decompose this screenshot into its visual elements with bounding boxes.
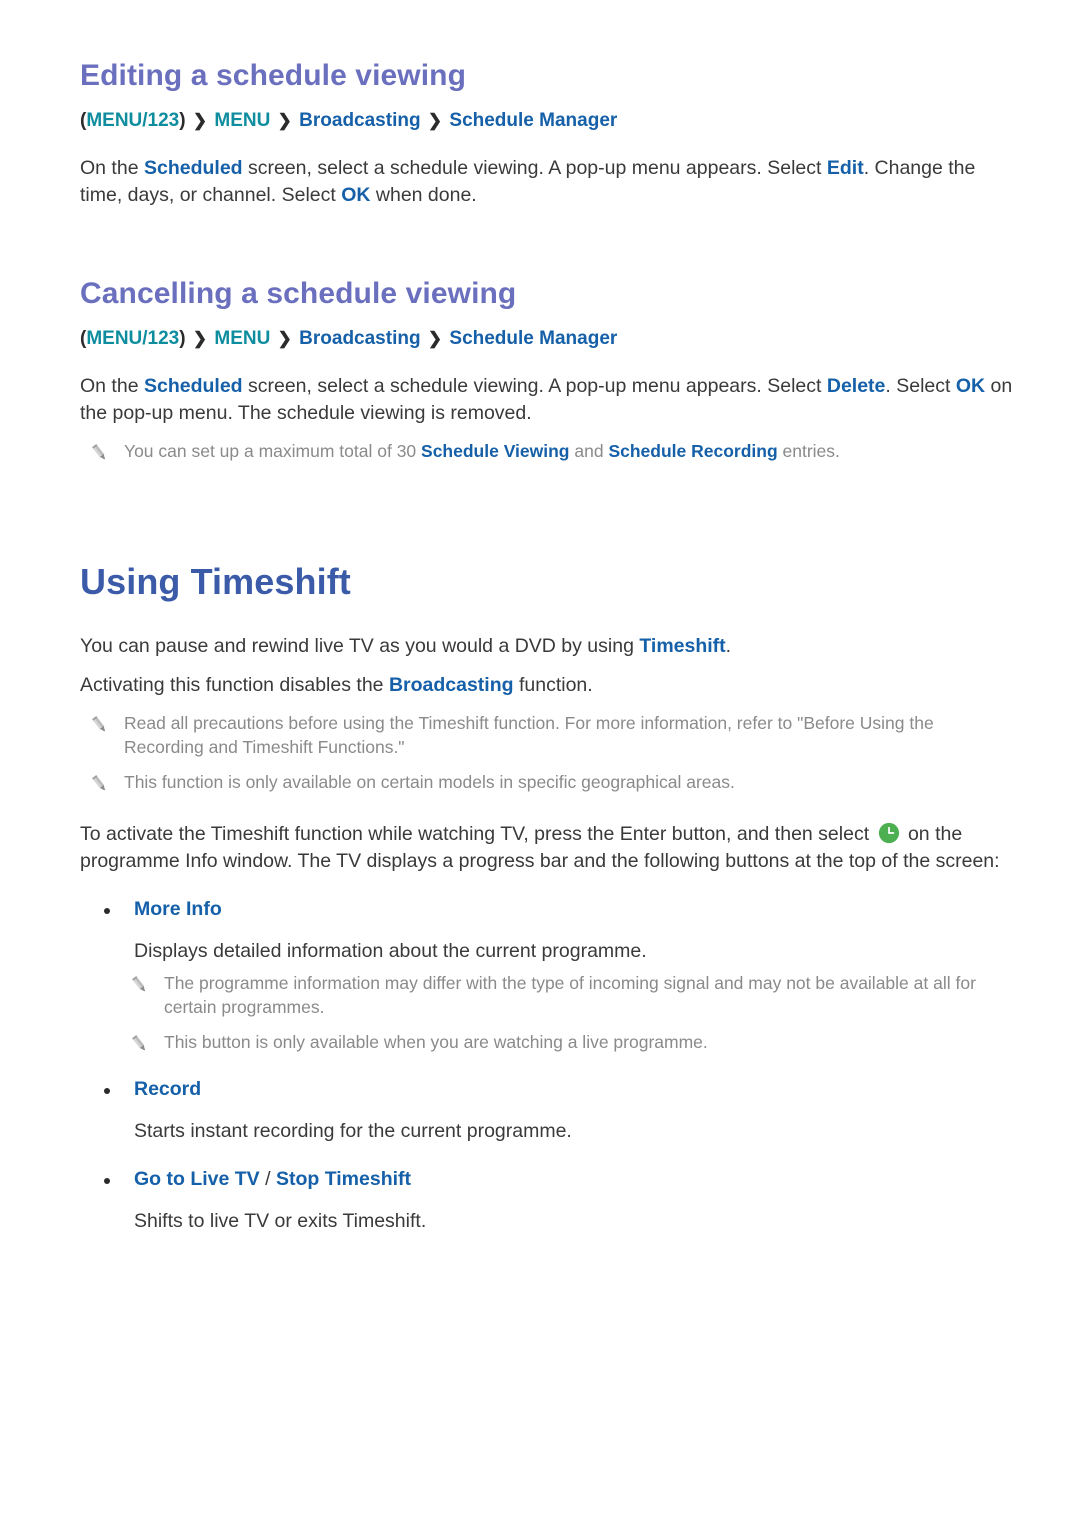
bullet-label-go-to-live-tv[interactable]: Go to Live TV xyxy=(134,1168,260,1190)
text-fragment: screen, select a schedule viewing. A pop… xyxy=(242,156,827,179)
bullet-dot-icon xyxy=(104,907,110,914)
chevron-right-icon: ❯ xyxy=(277,329,292,349)
note-row: You can set up a maximum total of 30 Sch… xyxy=(80,439,1018,464)
note-text: You can set up a maximum total of 30 Sch… xyxy=(124,439,840,464)
link-edit[interactable]: Edit xyxy=(827,157,864,179)
clock-icon xyxy=(878,822,900,844)
pencil-icon xyxy=(128,974,150,996)
bullet-label-stop-timeshift[interactable]: Stop Timeshift xyxy=(276,1168,411,1190)
breadcrumb-item-menu[interactable]: MENU xyxy=(214,110,270,131)
bullet-description: Displays detailed information about the … xyxy=(134,939,647,962)
link-schedule-viewing[interactable]: Schedule Viewing xyxy=(421,441,569,461)
link-broadcasting[interactable]: Broadcasting xyxy=(389,674,514,696)
paragraph-timeshift-intro-1: You can pause and rewind live TV as you … xyxy=(80,633,1018,660)
text-fragment: and xyxy=(569,440,609,461)
section-cancelling-schedule-viewing: Cancelling a schedule viewing (MENU/123)… xyxy=(80,276,1018,463)
breadcrumb-menu-key[interactable]: MENU/123 xyxy=(86,110,179,131)
breadcrumb-close-paren: ) xyxy=(179,110,186,131)
breadcrumb-close-paren: ) xyxy=(179,328,186,350)
text-fragment: You can pause and rewind live TV as you … xyxy=(80,635,640,657)
link-ok[interactable]: OK xyxy=(341,184,370,206)
text-fragment: You can set up a maximum total of 30 xyxy=(124,440,422,461)
bullet-description: Starts instant recording for the current… xyxy=(134,1120,572,1143)
paragraph-timeshift-activation: To activate the Timeshift function while… xyxy=(80,821,1018,875)
list-item-go-to-live-tv[interactable]: Go to Live TV / Stop Timeshift xyxy=(80,1167,1018,1192)
bullet-description: Shifts to live TV or exits Timeshift. xyxy=(134,1210,427,1233)
link-timeshift[interactable]: Timeshift xyxy=(639,635,725,657)
paragraph-timeshift-intro-2: Activating this function disables the Br… xyxy=(80,672,1018,699)
pencil-icon xyxy=(88,773,110,795)
page-title-cancelling: Cancelling a schedule viewing xyxy=(80,277,517,311)
breadcrumb-cancelling: (MENU/123) ❯ MENU ❯ Broadcasting ❯ Sched… xyxy=(80,326,1018,353)
manual-page: Editing a schedule viewing (MENU/123) ❯ … xyxy=(0,0,1080,1527)
bullet-label[interactable]: Record xyxy=(134,1077,201,1102)
text-fragment: Activating this function disables the xyxy=(80,673,389,696)
breadcrumb-menu-key[interactable]: MENU/123 xyxy=(86,328,179,349)
link-scheduled[interactable]: Scheduled xyxy=(144,375,243,397)
breadcrumb-item-broadcasting[interactable]: Broadcasting xyxy=(299,110,420,131)
note-row: This button is only available when you a… xyxy=(80,1030,1018,1055)
bullet-label-group: Go to Live TV / Stop Timeshift xyxy=(134,1167,411,1192)
note-text: Read all precautions before using the Ti… xyxy=(124,712,934,758)
link-scheduled[interactable]: Scheduled xyxy=(144,157,243,179)
note-text: This button is only available when you a… xyxy=(164,1031,708,1052)
chevron-right-icon: ❯ xyxy=(427,329,443,349)
text-fragment: . Select xyxy=(885,375,956,397)
chevron-right-icon: ❯ xyxy=(427,111,443,130)
text-fragment: On the xyxy=(80,156,144,179)
note-row: This function is only available on certa… xyxy=(80,770,1018,795)
link-ok[interactable]: OK xyxy=(956,375,985,397)
text-fragment: On the xyxy=(80,375,144,397)
paragraph-editing-instructions: On the Scheduled screen, select a schedu… xyxy=(80,155,1018,209)
bullet-label[interactable]: More Info xyxy=(134,897,222,922)
breadcrumb-editing: (MENU/123) ❯ MENU ❯ Broadcasting ❯ Sched… xyxy=(80,108,1018,135)
list-item-more-info[interactable]: More Info xyxy=(80,897,1018,922)
link-delete[interactable]: Delete xyxy=(827,375,886,397)
page-title-editing: Editing a schedule viewing xyxy=(80,59,467,92)
paragraph-cancelling-instructions: On the Scheduled screen, select a schedu… xyxy=(80,373,1018,427)
chapter-using-timeshift: Using Timeshift You can pause and rewind… xyxy=(80,560,1018,1236)
text-fragment: screen, select a schedule viewing. A pop… xyxy=(242,375,827,397)
page-content: Editing a schedule viewing (MENU/123) ❯ … xyxy=(0,0,1080,1235)
note-text: The programme information may differ wit… xyxy=(164,972,976,1018)
note-row: The programme information may differ wit… xyxy=(80,971,1018,1020)
text-fragment: To activate the Timeshift function while… xyxy=(80,822,875,845)
list-item-record[interactable]: Record xyxy=(80,1077,1018,1102)
pencil-icon xyxy=(88,714,110,736)
text-fragment: function. xyxy=(513,673,593,696)
label-separator: / xyxy=(259,1168,276,1191)
chevron-right-icon: ❯ xyxy=(277,111,292,130)
chapter-title: Using Timeshift xyxy=(80,560,351,602)
bullet-dot-icon xyxy=(104,1087,110,1094)
text-fragment: when done. xyxy=(370,183,477,206)
note-text: This function is only available on certa… xyxy=(124,771,735,792)
breadcrumb-item-schedule-manager[interactable]: Schedule Manager xyxy=(449,110,617,131)
breadcrumb-item-broadcasting[interactable]: Broadcasting xyxy=(299,328,420,349)
text-fragment: entries. xyxy=(777,440,840,461)
pencil-icon xyxy=(88,442,110,464)
section-editing-schedule-viewing: Editing a schedule viewing (MENU/123) ❯ … xyxy=(80,58,1018,208)
link-schedule-recording[interactable]: Schedule Recording xyxy=(608,441,777,461)
note-row: Read all precautions before using the Ti… xyxy=(80,711,1018,760)
pencil-icon xyxy=(128,1033,150,1055)
breadcrumb-item-menu[interactable]: MENU xyxy=(214,328,270,349)
chevron-right-icon: ❯ xyxy=(192,329,208,349)
chevron-right-icon: ❯ xyxy=(192,111,208,130)
bullet-dot-icon xyxy=(104,1178,110,1185)
breadcrumb-item-schedule-manager[interactable]: Schedule Manager xyxy=(449,328,617,349)
text-fragment: . xyxy=(725,635,732,657)
